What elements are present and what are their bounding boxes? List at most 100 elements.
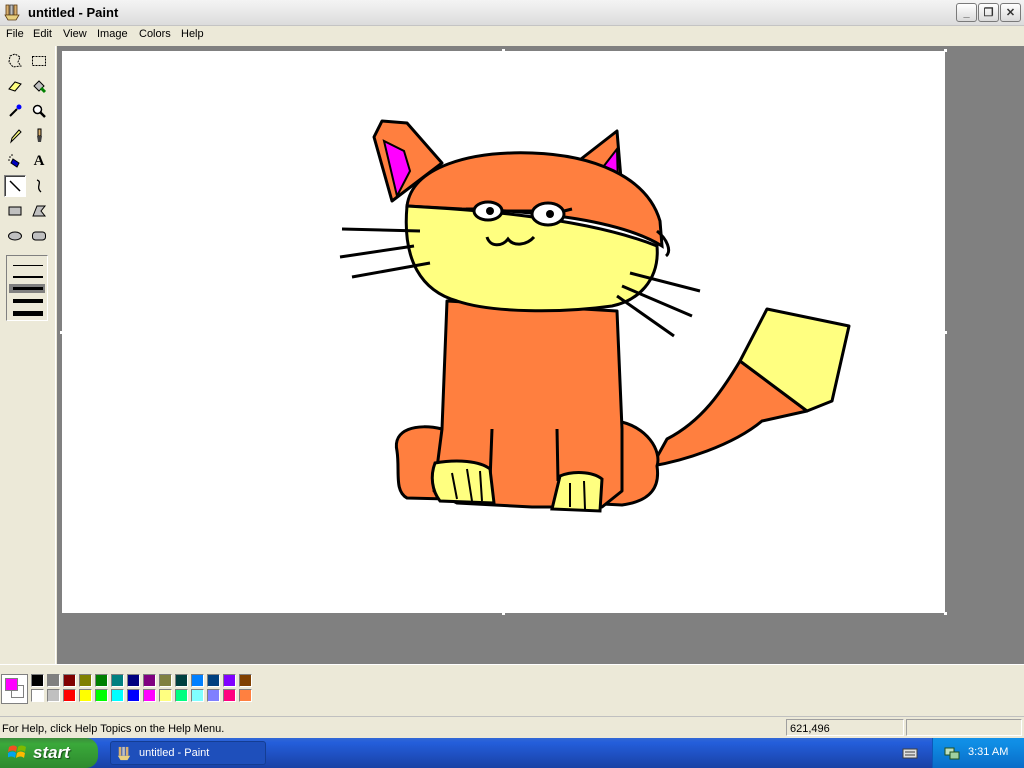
palette-swatch[interactable]	[31, 674, 44, 687]
status-bar: For Help, click Help Topics on the Help …	[0, 716, 1024, 738]
rounded-rectangle-tool[interactable]	[28, 225, 50, 247]
palette-swatch[interactable]	[159, 689, 172, 702]
palette-swatch[interactable]	[47, 689, 60, 702]
palette-swatch[interactable]	[223, 689, 236, 702]
palette-swatch[interactable]	[239, 674, 252, 687]
palette-swatch[interactable]	[159, 674, 172, 687]
palette-swatch[interactable]	[175, 674, 188, 687]
keyboard-icon[interactable]	[902, 746, 918, 760]
line-width-2[interactable]	[13, 276, 43, 278]
foreground-color[interactable]	[5, 678, 18, 691]
start-button[interactable]: start	[0, 738, 98, 768]
pencil-tool[interactable]	[4, 125, 26, 147]
windows-logo-icon	[8, 745, 26, 758]
toolbox: A	[0, 46, 56, 664]
pick-color-icon	[9, 104, 22, 117]
select-tool[interactable]	[28, 50, 50, 72]
rounded-rectangle-icon	[32, 231, 46, 241]
menu-help[interactable]: Help	[180, 28, 205, 40]
paint-task-icon	[117, 746, 131, 760]
line-width-selector	[6, 255, 48, 321]
ellipse-icon	[8, 231, 22, 241]
brush-icon	[37, 128, 42, 142]
network-tray-icon[interactable]	[943, 744, 961, 762]
text-icon: A	[33, 152, 45, 169]
palette-swatch[interactable]	[143, 674, 156, 687]
text-tool[interactable]: A	[28, 150, 50, 172]
resize-handle-bottom[interactable]	[502, 612, 505, 615]
menu-edit[interactable]: Edit	[32, 28, 53, 40]
select-icon	[32, 56, 46, 66]
palette-swatch[interactable]	[79, 674, 92, 687]
palette-swatch[interactable]	[95, 689, 108, 702]
palette-swatch[interactable]	[191, 689, 204, 702]
eraser-icon	[8, 81, 22, 92]
start-label: start	[33, 743, 70, 762]
palette-swatch[interactable]	[47, 674, 60, 687]
palette-swatch[interactable]	[175, 689, 188, 702]
status-help-text: For Help, click Help Topics on the Help …	[2, 723, 225, 735]
pick-color-tool[interactable]	[4, 100, 26, 122]
eraser-tool[interactable]	[4, 75, 26, 97]
curve-tool[interactable]	[28, 175, 50, 197]
minimize-button[interactable]: _	[956, 3, 977, 22]
palette-swatch[interactable]	[63, 689, 76, 702]
menu-view[interactable]: View	[62, 28, 88, 40]
resize-handle-top-right[interactable]	[944, 49, 947, 52]
taskbar: start untitled - Paint 3:31 AM	[0, 738, 1024, 768]
polygon-tool[interactable]	[28, 200, 50, 222]
palette-swatch[interactable]	[79, 689, 92, 702]
palette-swatch[interactable]	[95, 674, 108, 687]
ellipse-tool[interactable]	[4, 225, 26, 247]
fill-with-color-tool[interactable]	[28, 75, 50, 97]
rectangle-tool[interactable]	[4, 200, 26, 222]
magnifier-tool[interactable]	[28, 100, 50, 122]
palette-swatch[interactable]	[239, 689, 252, 702]
current-colors	[1, 674, 28, 704]
menu-file[interactable]: File	[5, 28, 25, 40]
status-coordinates: 621,496	[786, 719, 904, 736]
palette-swatch[interactable]	[111, 674, 124, 687]
menu-image[interactable]: Image	[96, 28, 129, 40]
line-icon	[9, 180, 21, 192]
menu-colors[interactable]: Colors	[138, 28, 172, 40]
taskbar-paint-button[interactable]: untitled - Paint	[110, 741, 266, 765]
window-title: untitled - Paint	[28, 5, 119, 20]
free-form-select-tool[interactable]	[4, 50, 26, 72]
right-paw	[550, 471, 604, 513]
palette-swatch[interactable]	[223, 674, 236, 687]
restore-button[interactable]: ❐	[978, 3, 999, 22]
rectangle-icon	[8, 206, 22, 216]
palette-swatch[interactable]	[127, 689, 140, 702]
clock: 3:31 AM	[968, 746, 1009, 758]
left-paw	[430, 459, 496, 505]
status-selection-size	[906, 719, 1022, 736]
minimize-icon: _	[963, 6, 970, 19]
brush-tool[interactable]	[28, 125, 50, 147]
paint-app-icon[interactable]	[4, 4, 20, 21]
palette-swatch[interactable]	[111, 689, 124, 702]
line-width-4[interactable]	[13, 299, 43, 303]
drawing-canvas[interactable]	[60, 49, 947, 615]
line-width-5[interactable]	[13, 311, 43, 316]
close-button[interactable]: ✕	[1000, 3, 1021, 22]
palette-swatch[interactable]	[207, 689, 220, 702]
pencil-icon	[10, 129, 22, 144]
resize-handle-right[interactable]	[944, 331, 947, 334]
line-tool[interactable]	[4, 175, 26, 197]
title-bar: untitled - Paint _ ❐ ✕	[0, 0, 1024, 26]
resize-handle-bottom-right[interactable]	[944, 612, 947, 615]
resize-handle-left	[60, 331, 63, 334]
airbrush-tool[interactable]	[4, 150, 26, 172]
line-width-3[interactable]	[13, 287, 43, 290]
menu-bar: File Edit View Image Colors Help	[0, 26, 1024, 45]
palette-swatch[interactable]	[143, 689, 156, 702]
palette-swatch[interactable]	[63, 674, 76, 687]
close-icon: ✕	[1005, 7, 1016, 19]
palette-swatch[interactable]	[127, 674, 140, 687]
palette-swatch[interactable]	[31, 689, 44, 702]
resize-handle-top	[502, 49, 505, 52]
palette-swatch[interactable]	[191, 674, 204, 687]
palette-swatch[interactable]	[207, 674, 220, 687]
line-width-1[interactable]	[13, 265, 43, 266]
